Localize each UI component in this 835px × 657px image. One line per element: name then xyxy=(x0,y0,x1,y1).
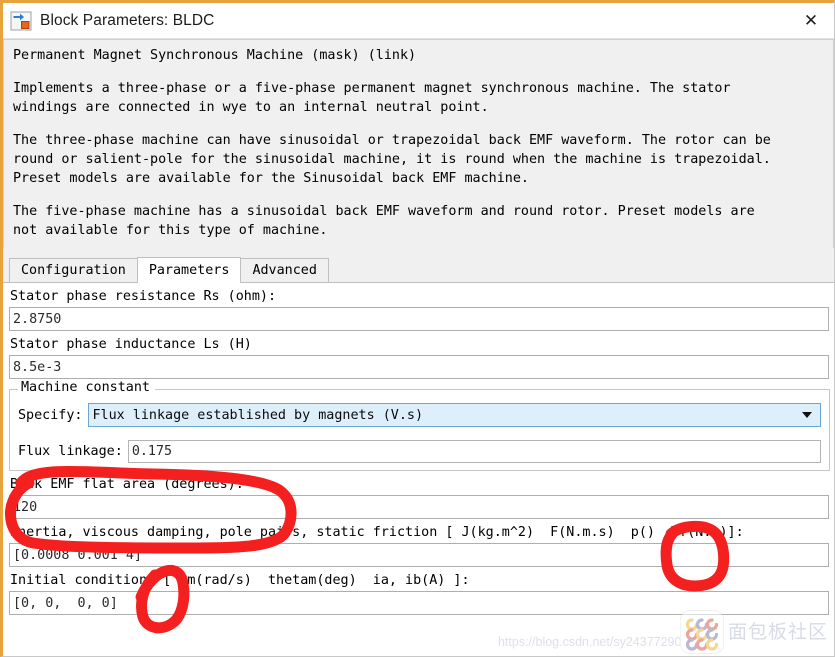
specify-label: Specify: xyxy=(18,407,83,423)
stator-inductance-input[interactable]: 8.5e-3 xyxy=(9,355,829,379)
stator-inductance-label: Stator phase inductance Ls (H) xyxy=(10,337,252,352)
initial-conditions-label: Initial conditions [ wm(rad/s) thetam(de… xyxy=(10,573,470,588)
description-paragraph-1: Implements a three-phase or a five-phase… xyxy=(13,81,731,115)
tab-advanced[interactable]: Advanced xyxy=(240,258,329,282)
parameters-pane: Stator phase resistance Rs (ohm): 2.8750… xyxy=(3,283,834,656)
description-paragraph-2: The three-phase machine can have sinusoi… xyxy=(13,133,771,186)
block-description-panel: Permanent Magnet Synchronous Machine (ma… xyxy=(3,39,834,248)
specify-row: Specify: Flux linkage established by mag… xyxy=(18,403,821,427)
machine-constant-group-title: Machine constant xyxy=(18,380,155,395)
specify-dropdown-value: Flux linkage established by magnets (V.s… xyxy=(92,407,424,423)
stator-resistance-label: Stator phase resistance Rs (ohm): xyxy=(10,289,277,304)
simulink-block-icon xyxy=(10,10,32,32)
inertia-label: Inertia, viscous damping, pole pairs, st… xyxy=(10,525,744,540)
tab-strip: Configuration Parameters Advanced xyxy=(3,257,834,283)
close-icon[interactable]: ✕ xyxy=(788,3,834,38)
initial-conditions-input[interactable]: [0, 0, 0, 0] xyxy=(9,591,829,615)
machine-constant-group: Machine constant Specify: Flux linkage e… xyxy=(9,380,830,471)
window-title: Block Parameters: BLDC xyxy=(40,11,215,29)
chevron-down-icon xyxy=(802,412,812,418)
block-parameters-dialog: Block Parameters: BLDC ✕ Permanent Magne… xyxy=(0,0,835,657)
specify-dropdown[interactable]: Flux linkage established by magnets (V.s… xyxy=(87,403,821,427)
tab-configuration[interactable]: Configuration xyxy=(9,258,138,282)
description-header: Permanent Magnet Synchronous Machine (ma… xyxy=(13,48,417,63)
back-emf-flat-area-input[interactable]: 120 xyxy=(9,495,829,519)
title-bar: Block Parameters: BLDC ✕ xyxy=(3,3,834,39)
inertia-input[interactable]: [0.0008 0.001 4] xyxy=(9,543,829,567)
flux-linkage-label: Flux linkage: xyxy=(18,444,123,459)
back-emf-flat-area-label: Back EMF flat area (degrees): xyxy=(10,477,244,492)
tab-parameters[interactable]: Parameters xyxy=(136,257,242,283)
description-paragraph-3: The five-phase machine has a sinusoidal … xyxy=(13,204,755,238)
stator-resistance-input[interactable]: 2.8750 xyxy=(9,307,829,331)
flux-linkage-row: Flux linkage: 0.175 xyxy=(18,440,821,463)
flux-linkage-input[interactable]: 0.175 xyxy=(127,440,821,463)
